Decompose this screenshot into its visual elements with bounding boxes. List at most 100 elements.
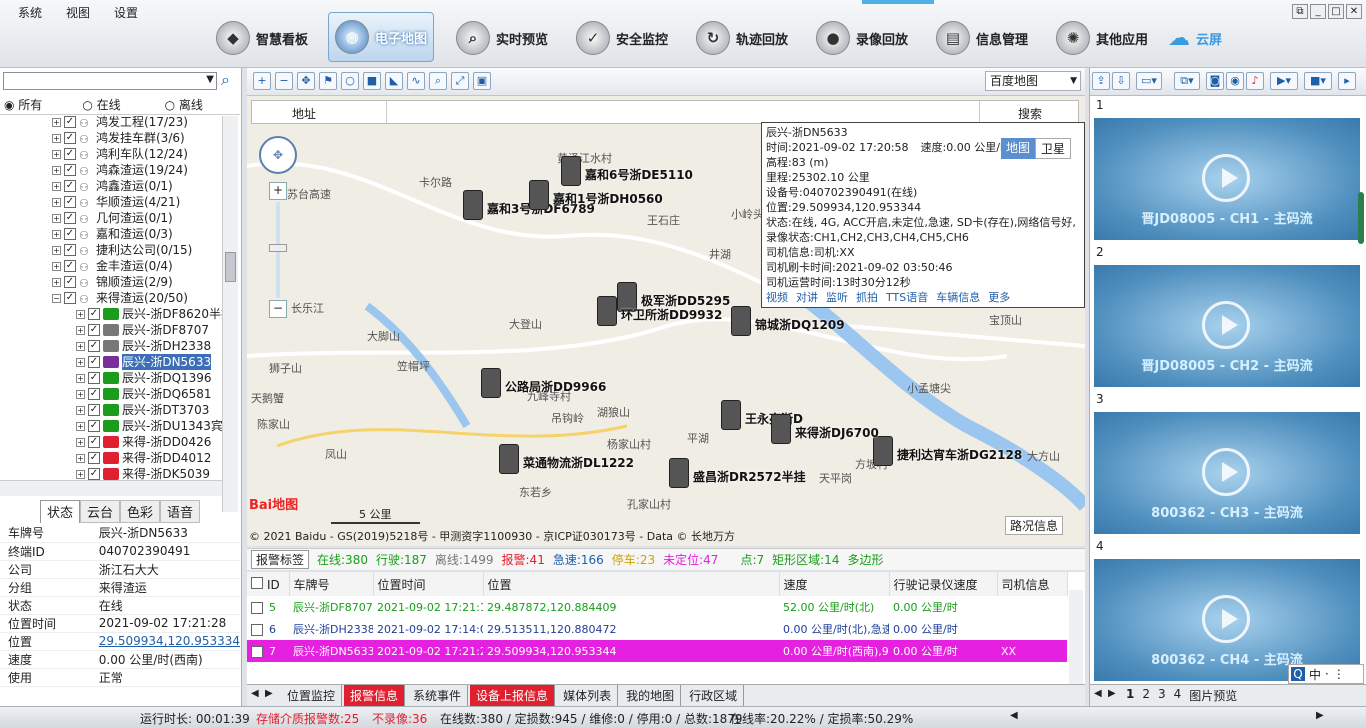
- tree-group[interactable]: + ✓ ⚇ 鸿发工程(17/23): [0, 114, 240, 130]
- page-tab[interactable]: 4: [1174, 687, 1182, 704]
- grid-scrollbar[interactable]: [1069, 590, 1083, 684]
- chevron-down-icon[interactable]: ▼: [206, 74, 214, 85]
- info-value[interactable]: 29.509934,120.953334: [91, 632, 240, 650]
- page-tab[interactable]: 1: [1126, 687, 1134, 704]
- checkbox[interactable]: ✓: [64, 148, 76, 160]
- window-maximize-button[interactable]: □: [1328, 4, 1344, 19]
- plus-icon[interactable]: +: [52, 245, 61, 255]
- bottom-tab[interactable]: 媒体列表: [557, 685, 619, 706]
- plus-icon[interactable]: +: [76, 421, 85, 431]
- window-minimize-button[interactable]: _: [1310, 4, 1326, 19]
- tree-group[interactable]: + ✓ ⚇ 锦顺渣运(2/9): [0, 274, 240, 290]
- play-icon[interactable]: [1202, 154, 1250, 202]
- grid-header[interactable]: 位置时间: [373, 572, 484, 596]
- checkbox[interactable]: ✓: [88, 468, 100, 480]
- plus-icon[interactable]: +: [76, 357, 85, 367]
- tree-group[interactable]: + ✓ ⚇ 几何渣运(0/1): [0, 210, 240, 226]
- grid-header[interactable]: 车牌号: [289, 572, 374, 596]
- checkbox[interactable]: ✓: [64, 116, 76, 128]
- bottom-tab[interactable]: 我的地图: [620, 685, 682, 706]
- tab-status[interactable]: 状态: [40, 500, 81, 523]
- plus-icon[interactable]: +: [52, 133, 61, 143]
- play-icon[interactable]: [1202, 301, 1250, 349]
- nav-safety[interactable]: ✓ 安全监控: [576, 16, 668, 60]
- satellite-button[interactable]: 卫星: [1035, 138, 1072, 159]
- tree-group[interactable]: + ✓ ⚇ 鸿森渣运(19/24): [0, 162, 240, 178]
- play-icon[interactable]: [1202, 448, 1250, 496]
- checkbox[interactable]: ✓: [64, 132, 76, 144]
- plus-icon[interactable]: +: [52, 117, 61, 127]
- popup-link[interactable]: 抓拍: [856, 290, 878, 305]
- map-type-button[interactable]: 地图: [1001, 138, 1036, 159]
- popup-link[interactable]: 更多: [988, 290, 1010, 305]
- tree-group[interactable]: + ✓ ⚇ 金丰渣运(0/4): [0, 258, 240, 274]
- stop-icon[interactable]: ■▾: [1304, 72, 1332, 90]
- popup-link[interactable]: 视频: [766, 290, 788, 305]
- tree-group[interactable]: + ✓ ⚇ 鸿利车队(12/24): [0, 146, 240, 162]
- truck-marker-icon[interactable]: [597, 296, 617, 326]
- page-tab[interactable]: 图片预览: [1189, 687, 1237, 704]
- table-row[interactable]: 6 辰兴-浙DH2338 2021-09-02 17:14:02 29.513511,…: [247, 618, 1067, 640]
- video-window[interactable]: 晋JD08005 - CH2 - 主码流: [1094, 265, 1360, 387]
- magnifier-icon[interactable]: ⌕: [429, 72, 447, 90]
- layout-icon[interactable]: ▭▾: [1136, 72, 1162, 90]
- plus-icon[interactable]: +: [52, 277, 61, 287]
- video-window[interactable]: 晋JD08005 - CH1 - 主码流: [1094, 118, 1360, 240]
- nav-info[interactable]: ▤ 信息管理: [936, 16, 1028, 60]
- plus-icon[interactable]: +: [76, 325, 85, 335]
- checkbox[interactable]: ✓: [88, 452, 100, 464]
- menu-settings[interactable]: 设置: [114, 4, 138, 21]
- checkbox[interactable]: ✓: [64, 212, 76, 224]
- video-scroll-thumb[interactable]: [1358, 192, 1364, 244]
- truck-marker-icon[interactable]: [463, 190, 483, 220]
- checkbox[interactable]: [251, 601, 263, 614]
- truck-marker-icon[interactable]: [669, 458, 689, 488]
- vehicle-label[interactable]: 锦城浙DQ1209: [755, 316, 845, 333]
- tree-vehicle[interactable]: + ✓ 辰兴-浙DQ6581: [0, 386, 240, 402]
- upload-icon[interactable]: ⇪: [1092, 72, 1110, 90]
- zoom-out-icon[interactable]: −: [275, 72, 293, 90]
- download-icon[interactable]: ⇩: [1112, 72, 1130, 90]
- circle-icon[interactable]: ○: [341, 72, 359, 90]
- plus-icon[interactable]: +: [52, 197, 61, 207]
- tab-prev-icon[interactable]: ◀: [251, 688, 259, 699]
- ime-indicator[interactable]: Q 中 · ⋮: [1288, 664, 1364, 684]
- nav-dashboard[interactable]: ◆ 智慧看板: [216, 16, 308, 60]
- truck-marker-icon[interactable]: [529, 180, 549, 210]
- tree-vehicle[interactable]: + ✓ 辰兴-浙DF8707: [0, 322, 240, 338]
- grid-header[interactable]: ID: [247, 572, 290, 596]
- play-icon[interactable]: ▶▾: [1270, 72, 1298, 90]
- polygon-icon[interactable]: ◣: [385, 72, 403, 90]
- minus-icon[interactable]: −: [52, 293, 61, 303]
- fullscreen-icon[interactable]: ⤢: [451, 72, 469, 90]
- tree-scrollbar[interactable]: [222, 116, 238, 512]
- zoom-in-icon[interactable]: +: [253, 72, 271, 90]
- popup-link[interactable]: 监听: [826, 290, 848, 305]
- address-input[interactable]: [386, 101, 980, 123]
- plus-icon[interactable]: +: [52, 261, 61, 271]
- window-icon[interactable]: ⧉▾: [1174, 72, 1200, 90]
- checkbox[interactable]: ✓: [64, 196, 76, 208]
- truck-marker-icon[interactable]: [561, 156, 581, 186]
- checkbox[interactable]: ✓: [64, 276, 76, 288]
- page-prev-icon[interactable]: ◀: [1094, 688, 1102, 699]
- grid-header[interactable]: 位置: [483, 572, 780, 596]
- menu-view[interactable]: 视图: [66, 4, 90, 21]
- tree-vehicle[interactable]: + ✓ 辰兴-浙DF8620半挂: [0, 306, 240, 322]
- grid-header[interactable]: 行驶记录仪速度: [889, 572, 998, 596]
- checkbox[interactable]: ✓: [88, 436, 100, 448]
- tab-cloud[interactable]: 云台: [80, 500, 121, 523]
- popup-link[interactable]: 对讲: [796, 290, 818, 305]
- tree-group[interactable]: + ✓ ⚇ 捷利达公司(0/15): [0, 242, 240, 258]
- checkbox[interactable]: ✓: [88, 356, 100, 368]
- tab-voice[interactable]: 语音: [160, 500, 201, 523]
- bottom-tab[interactable]: 报警信息: [344, 685, 406, 706]
- plus-icon[interactable]: +: [76, 405, 85, 415]
- zoom-out-button[interactable]: −: [269, 300, 287, 318]
- vehicle-label[interactable]: 菜通物流浙DL1222: [523, 454, 634, 471]
- save-icon[interactable]: ▣: [473, 72, 491, 90]
- tree-vehicle[interactable]: + ✓ 辰兴-浙DT3703: [0, 402, 240, 418]
- nav-other[interactable]: ✺ 其他应用: [1056, 16, 1148, 60]
- grid-header[interactable]: 速度: [779, 572, 890, 596]
- bottom-tab[interactable]: 设备上报信息: [470, 685, 556, 706]
